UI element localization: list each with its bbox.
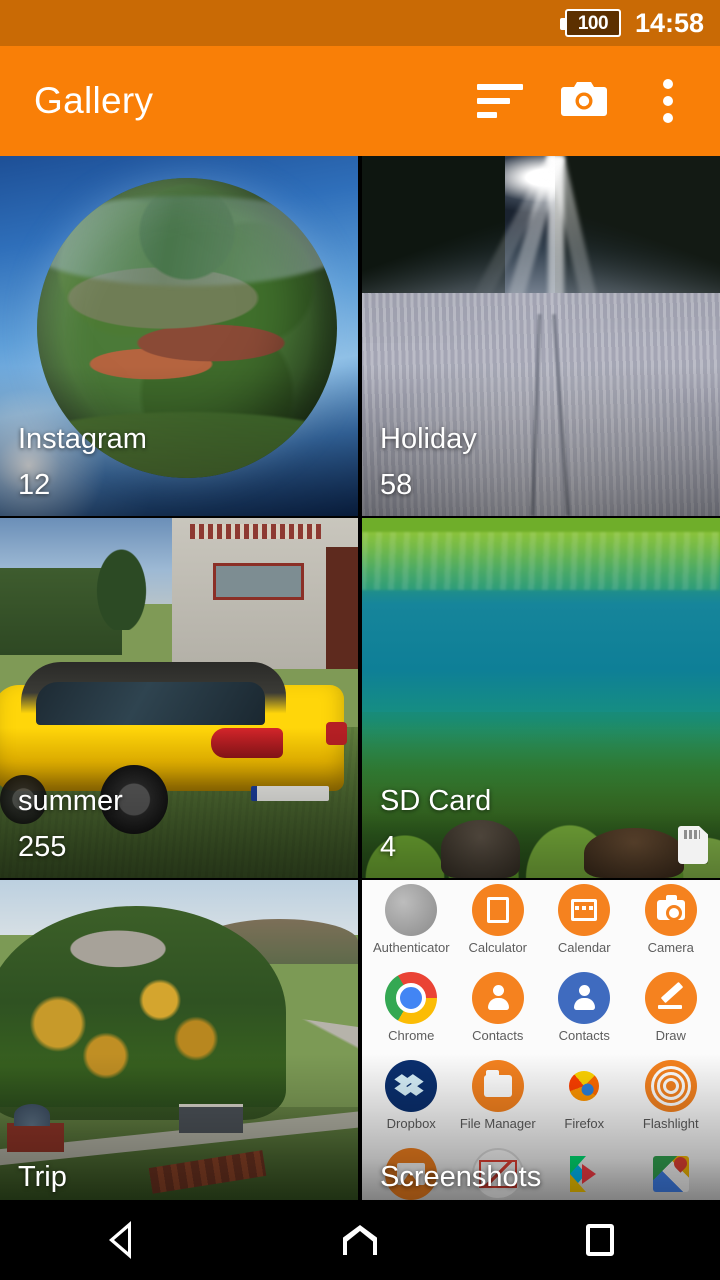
overflow-menu-button[interactable] xyxy=(626,59,710,143)
drawer-app-authenticator: Authenticator xyxy=(368,880,455,968)
firefox-icon xyxy=(558,1060,610,1112)
drawer-app-flashlight: Flashlight xyxy=(628,1056,715,1144)
app-bar-actions xyxy=(458,59,710,143)
album-name: SD Card xyxy=(380,785,492,817)
album-count: 4 xyxy=(380,831,397,863)
album-tile-sd-card[interactable]: SD Card 4 xyxy=(362,518,720,878)
home-icon xyxy=(343,1225,377,1255)
drawer-app-camera: Camera xyxy=(628,880,715,968)
camera-button[interactable] xyxy=(542,59,626,143)
draw-icon xyxy=(644,972,697,1024)
contacts-blue-icon xyxy=(558,972,611,1024)
app-drawer-preview: Authenticator Calculator Calendar Camera… xyxy=(362,880,720,1204)
album-name: Trip xyxy=(18,1161,67,1193)
drawer-app-contacts-orange: Contacts xyxy=(455,968,542,1056)
drawer-app-label: Calculator xyxy=(468,940,528,955)
album-thumbnail xyxy=(362,518,720,878)
album-thumbnail xyxy=(0,880,358,1204)
drawer-app-contacts-blue: Contacts xyxy=(541,968,628,1056)
battery-level-text: 100 xyxy=(577,12,609,34)
back-arrow-icon xyxy=(109,1221,131,1259)
album-count: 255 xyxy=(18,831,67,863)
drawer-app-google-play-store: Google Play Store xyxy=(541,1144,628,1204)
status-bar-clock: 14:58 xyxy=(634,7,704,38)
drawer-app-label: Firefox xyxy=(564,1116,605,1131)
album-tile-screenshots[interactable]: Authenticator Calculator Calendar Camera… xyxy=(362,880,720,1204)
phone-screen: 100 14:58 Gallery Instagram 12 Holiday 5… xyxy=(0,0,720,1280)
album-thumbnail xyxy=(0,518,358,878)
calculator-icon xyxy=(471,884,524,936)
drawer-app-label: Dropbox xyxy=(386,1116,436,1131)
battery-full-icon: 100 xyxy=(559,9,621,37)
sort-button[interactable] xyxy=(458,59,542,143)
album-count: 58 xyxy=(380,469,413,501)
android-navigation-bar xyxy=(0,1200,720,1280)
nav-recents-button[interactable] xyxy=(540,1200,660,1280)
drawer-app-label: Contacts xyxy=(558,1028,610,1043)
authenticator-icon xyxy=(385,884,438,936)
drawer-app-label: Flashlight xyxy=(642,1116,699,1131)
drawer-app-file-manager: File Manager xyxy=(455,1056,542,1144)
nav-back-button[interactable] xyxy=(60,1200,180,1280)
nav-home-button[interactable] xyxy=(300,1200,420,1280)
camera-app-icon xyxy=(644,884,697,936)
album-thumbnail: Authenticator Calculator Calendar Camera… xyxy=(362,880,720,1204)
calendar-icon xyxy=(558,884,611,936)
sort-icon xyxy=(477,84,523,118)
sd-card-icon xyxy=(678,826,708,864)
album-count: 12 xyxy=(18,469,51,501)
album-name: Holiday xyxy=(380,423,477,455)
drawer-app-label: Authenticator xyxy=(372,940,450,955)
overflow-menu-icon xyxy=(663,79,673,123)
album-tile-instagram[interactable]: Instagram 12 xyxy=(0,156,358,516)
drawer-app-calculator: Calculator xyxy=(455,880,542,968)
maps-icon xyxy=(645,1148,697,1200)
album-tile-summer[interactable]: summer 255 xyxy=(0,518,358,878)
contacts-orange-icon xyxy=(471,972,524,1024)
file-manager-icon xyxy=(471,1060,524,1112)
album-tile-holiday[interactable]: Holiday 58 xyxy=(362,156,720,516)
drawer-app-label: Calendar xyxy=(557,940,611,955)
drawer-app-maps: Maps xyxy=(628,1144,715,1204)
recents-square-icon xyxy=(586,1224,614,1256)
album-name: Screenshots xyxy=(380,1161,542,1193)
dropbox-icon xyxy=(385,1060,438,1112)
drawer-app-chrome: Chrome xyxy=(368,968,455,1056)
chrome-icon xyxy=(385,972,438,1024)
album-name: Instagram xyxy=(18,423,147,455)
drawer-app-draw: Draw xyxy=(628,968,715,1056)
google-play-store-icon xyxy=(558,1148,610,1200)
camera-icon xyxy=(561,80,607,123)
drawer-app-label: Camera xyxy=(647,940,694,955)
page-title: Gallery xyxy=(34,80,154,121)
album-thumbnail xyxy=(0,156,358,516)
drawer-app-label: Chrome xyxy=(388,1028,435,1043)
drawer-app-label: File Manager xyxy=(459,1116,536,1131)
flashlight-icon xyxy=(644,1060,697,1112)
status-bar: 100 14:58 xyxy=(0,0,720,46)
album-thumbnail xyxy=(362,156,720,516)
app-bar: Gallery xyxy=(0,46,720,156)
drawer-app-dropbox: Dropbox xyxy=(368,1056,455,1144)
drawer-app-calendar: Calendar xyxy=(541,880,628,968)
drawer-app-firefox: Firefox xyxy=(541,1056,628,1144)
drawer-app-label: Draw xyxy=(655,1028,686,1043)
album-grid: Instagram 12 Holiday 58 summer 255 SD Ca… xyxy=(0,156,720,1204)
album-tile-trip[interactable]: Trip xyxy=(0,880,358,1204)
drawer-app-label: Contacts xyxy=(472,1028,524,1043)
album-name: summer xyxy=(18,785,123,817)
